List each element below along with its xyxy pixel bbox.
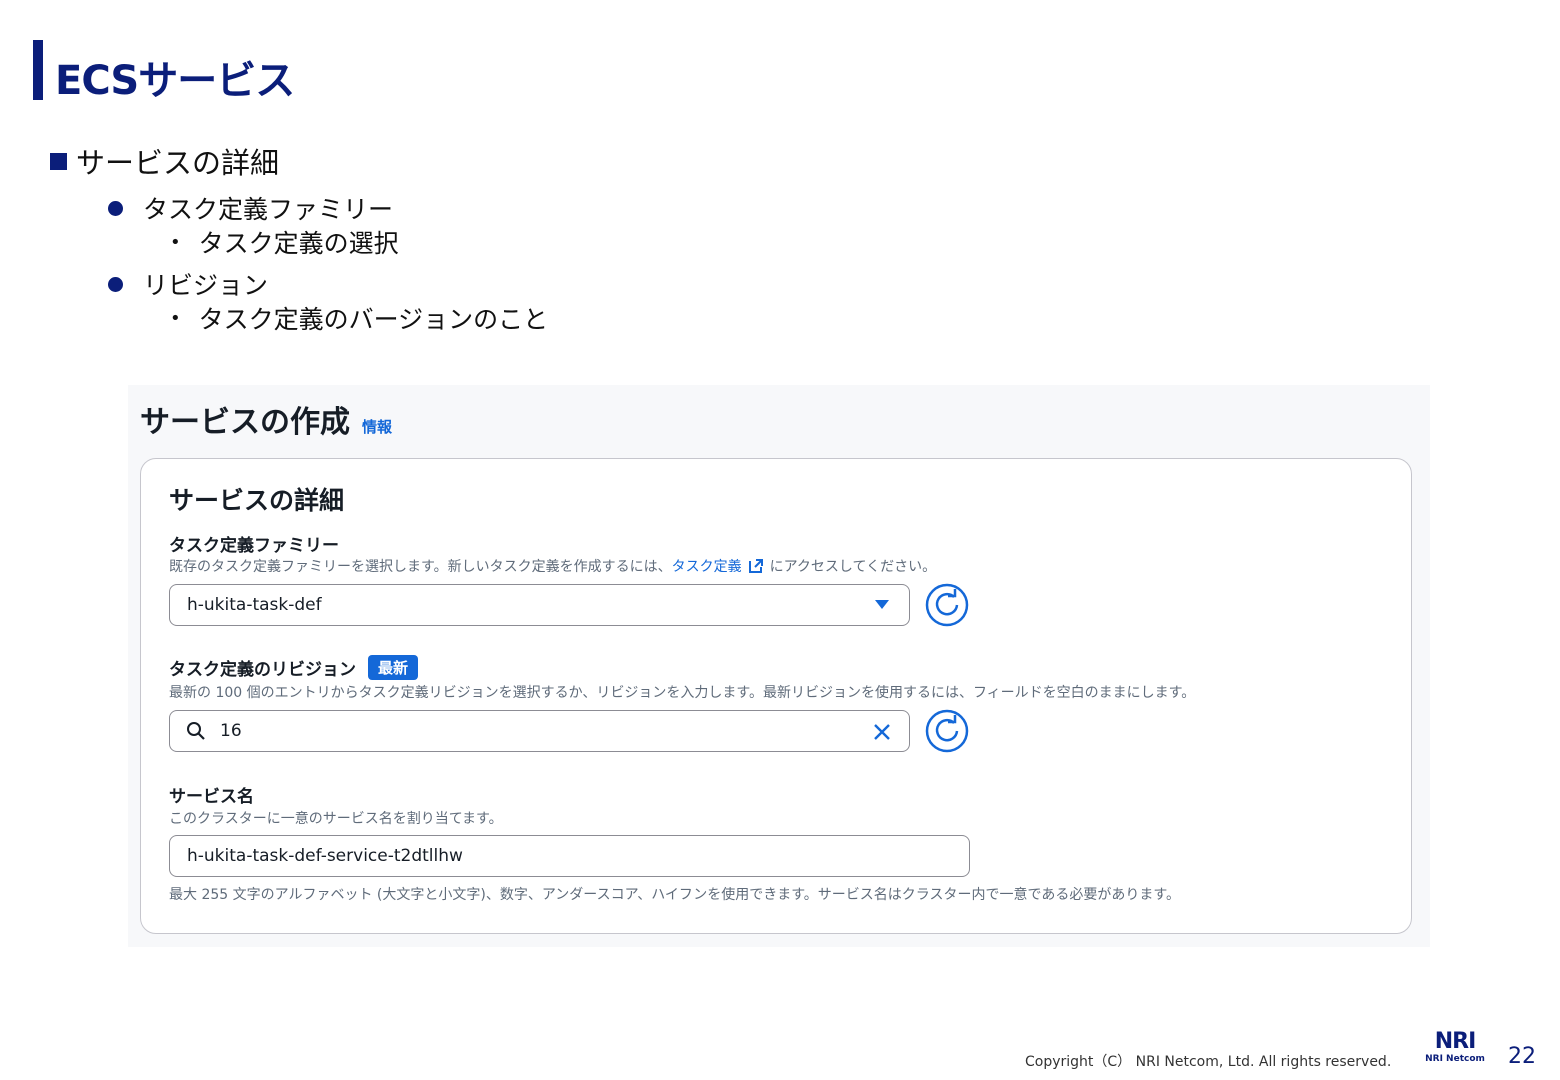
small-bullet-icon: • xyxy=(170,307,181,329)
caret-down-icon[interactable] xyxy=(875,600,889,609)
square-bullet-icon xyxy=(50,152,67,170)
revision-value: 16 xyxy=(220,721,242,741)
sub-bullet-item: • タスク定義のバージョンのこと xyxy=(170,300,548,336)
small-bullet-icon: • xyxy=(170,231,181,253)
bullet-heading-text: サービスの詳細 xyxy=(76,146,280,180)
service-name-input[interactable]: h-ukita-task-def-service-t2dtllhw xyxy=(169,835,970,877)
nri-logo: NRI NRI Netcom xyxy=(1420,1030,1490,1072)
console-page-title: サービスの作成 xyxy=(140,405,350,440)
task-family-desc-text: 既存のタスク定義ファミリーを選択します。新しいタスク定義を作成するには、 xyxy=(169,559,672,575)
logo-mark: NRI xyxy=(1434,1029,1477,1054)
refresh-icon[interactable] xyxy=(925,583,969,627)
sub-bullet-text: タスク定義の選択 xyxy=(198,229,399,258)
info-link[interactable]: 情報 xyxy=(362,416,392,437)
revision-description: 最新の 100 個のエントリからタスク定義リビジョンを選択するか、リビジョンを入… xyxy=(169,685,1196,701)
revision-label-text: タスク定義のリビジョン xyxy=(169,660,356,680)
logo-caption: NRI Netcom xyxy=(1425,1054,1485,1064)
clear-icon[interactable] xyxy=(871,721,893,743)
page-number: 22 xyxy=(1508,1044,1536,1069)
service-details-card: サービスの詳細 タスク定義ファミリー 既存のタスク定義ファミリーを選択します。新… xyxy=(140,458,1412,934)
bullet-item-task-family: タスク定義ファミリー xyxy=(108,190,393,226)
sub-bullet-text: タスク定義のバージョンのこと xyxy=(198,305,549,334)
title-accent-bar xyxy=(33,40,43,100)
task-definition-link[interactable]: タスク定義 xyxy=(672,556,742,576)
revision-search-input[interactable]: 16 xyxy=(169,710,910,752)
dot-bullet-icon xyxy=(108,200,123,216)
service-name-constraint: 最大 255 文字のアルファベット (大文字と小文字)、数字、アンダースコア、ハ… xyxy=(169,887,1180,903)
card-title: サービスの詳細 xyxy=(169,486,345,515)
bullet-item-text: タスク定義ファミリー xyxy=(143,195,394,224)
console-screenshot: サービスの作成 情報 サービスの詳細 タスク定義ファミリー 既存のタスク定義ファ… xyxy=(128,385,1430,947)
copyright-text: Copyright（C） NRI Netcom, Ltd. All rights… xyxy=(1025,1054,1392,1070)
sub-bullet-item: • タスク定義の選択 xyxy=(170,224,399,260)
console-page-header: サービスの作成 情報 xyxy=(140,397,392,441)
slide: ECSサービス サービスの詳細 タスク定義ファミリー • タスク定義の選択 リビ… xyxy=(0,0,1560,1080)
external-link-icon[interactable] xyxy=(748,558,764,574)
service-name-label: サービス名 xyxy=(169,787,254,807)
search-icon xyxy=(187,722,205,740)
dot-bullet-icon xyxy=(108,276,123,292)
task-family-value: h-ukita-task-def xyxy=(187,595,322,615)
refresh-icon[interactable] xyxy=(925,709,969,753)
revision-label: タスク定義のリビジョン 最新 xyxy=(169,655,419,680)
bullet-item-text: リビジョン xyxy=(143,271,269,300)
bullet-item-revision: リビジョン xyxy=(108,266,268,302)
slide-title: ECSサービス xyxy=(55,58,295,104)
task-family-label: タスク定義ファミリー xyxy=(169,536,339,556)
bullet-heading: サービスの詳細 xyxy=(50,140,279,182)
service-name-value: h-ukita-task-def-service-t2dtllhw xyxy=(187,846,463,866)
task-family-description: 既存のタスク定義ファミリーを選択します。新しいタスク定義を作成するには、 タスク… xyxy=(169,556,936,576)
service-name-description: このクラスターに一意のサービス名を割り当てます。 xyxy=(169,811,503,827)
task-family-select[interactable]: h-ukita-task-def xyxy=(169,584,910,626)
task-family-desc-text-after: にアクセスしてください。 xyxy=(769,559,937,575)
latest-badge: 最新 xyxy=(368,655,419,680)
